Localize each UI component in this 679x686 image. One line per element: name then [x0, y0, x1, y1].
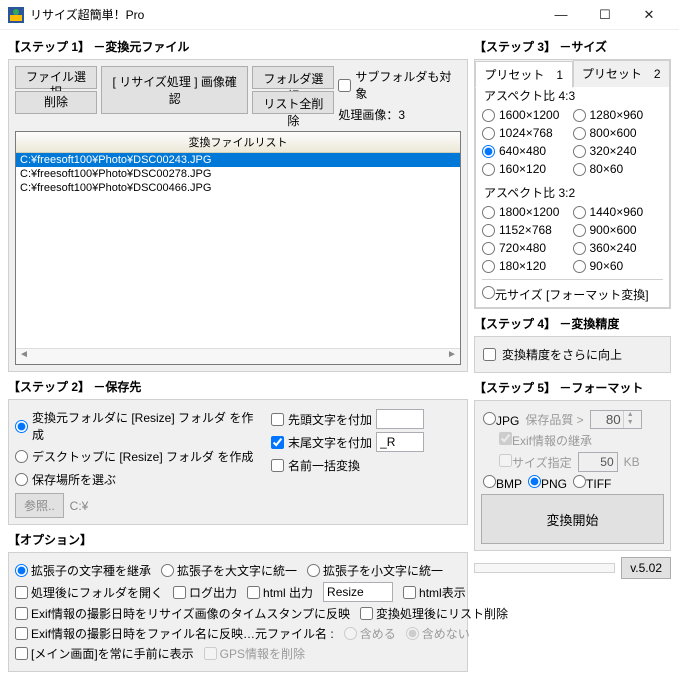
image-count: 処理画像：3 [338, 106, 461, 123]
exif-timestamp-checkbox[interactable]: Exif情報の撮影日時をリサイズ画像のタイムスタンプに反映 [15, 605, 350, 622]
quality-input: ▲▼ [590, 410, 642, 429]
save-path: C:¥ [70, 499, 89, 513]
tab-preset1[interactable]: プリセット 1 [475, 61, 573, 88]
subfolder-checkbox[interactable]: サブフォルダも対象 [338, 68, 461, 102]
minimize-button[interactable]: — [539, 1, 583, 29]
step4-title: 【ステップ 4】 －変換精度 [474, 315, 671, 332]
step3-title: 【ステップ 3】 －サイズ [474, 38, 671, 55]
size-radio[interactable]: 640×480 [482, 144, 573, 158]
step2-panel: 変換元フォルダに [Resize] フォルダ を作成 デスクトップに [Resi… [8, 399, 468, 525]
size-radio[interactable]: 720×480 [482, 241, 573, 255]
size-radio[interactable]: 90×60 [573, 259, 664, 273]
step1-panel: ファイル選択 削除 [ リサイズ処理 ] 画像確認 フォルダ選択 リスト全削除 … [8, 59, 468, 372]
size-radio[interactable]: 1600×1200 [482, 108, 573, 122]
step1-title: 【ステップ 1】 －変換元ファイル [8, 38, 468, 55]
size-radio[interactable]: 80×60 [573, 162, 664, 176]
start-button[interactable]: 変換開始 [481, 494, 664, 544]
footer-bar [474, 563, 615, 573]
always-front-checkbox[interactable]: [メイン画面]を常に手前に表示 [15, 645, 194, 662]
size-radio[interactable]: 160×120 [482, 162, 573, 176]
quality-label: 保存品質 > [525, 411, 583, 428]
size-radio[interactable]: 800×600 [573, 126, 664, 140]
step2-title: 【ステップ 2】 －保存先 [8, 378, 468, 395]
exif-filename-checkbox[interactable]: Exif情報の撮影日時をファイル名に反映…元ファイル名 : [15, 625, 334, 642]
bmp-radio[interactable]: BMP [483, 475, 522, 491]
save-resize-folder-radio[interactable]: 変換元フォルダに [Resize] フォルダ を作成 [15, 409, 263, 443]
list-item[interactable]: C:¥freesoft100¥Photo¥DSC00278.JPG [16, 167, 460, 181]
html-show-checkbox[interactable]: html表示 [403, 584, 466, 601]
options-panel: 拡張子の文字種を継承 拡張子を大文字に統一 拡張子を小文字に統一 処理後にフォル… [8, 552, 468, 672]
options-title: 【オプション】 [8, 531, 468, 548]
save-choose-radio[interactable]: 保存場所を選ぶ [15, 469, 263, 489]
tiff-radio[interactable]: TIFF [573, 475, 611, 491]
list-item[interactable]: C:¥freesoft100¥Photo¥DSC00466.JPG [16, 181, 460, 195]
app-title: リサイズ超簡単！Pro [30, 6, 539, 23]
size-radio[interactable]: 180×120 [482, 259, 573, 273]
step5-panel: JPG 保存品質 > ▲▼ Exif情報の継承 サイズ指定 KB BMP PNG… [474, 400, 671, 551]
png-radio[interactable]: PNG [528, 475, 567, 491]
maximize-button[interactable]: ☐ [583, 1, 627, 29]
original-size-radio[interactable]: 元サイズ [フォーマット変換] [482, 288, 649, 302]
jpg-radio[interactable]: JPG [483, 412, 519, 428]
file-list-header: 変換ファイルリスト [16, 132, 460, 153]
close-button[interactable]: ✕ [627, 1, 671, 29]
titlebar: リサイズ超簡単！Pro — ☐ ✕ [0, 0, 679, 30]
ext-lower-radio[interactable]: 拡張子を小文字に統一 [307, 562, 443, 579]
tab-preset2[interactable]: プリセット 2 [573, 60, 671, 87]
html-name-input[interactable] [323, 582, 393, 602]
clear-list-button[interactable]: リスト全削除 [252, 91, 334, 114]
prefix-checkbox[interactable]: 先頭文字を付加 [271, 409, 461, 429]
delete-button[interactable]: 削除 [15, 91, 97, 114]
exclude-radio: 含めない [406, 625, 470, 642]
size-radio[interactable]: 1152×768 [482, 223, 573, 237]
size-radio[interactable]: 320×240 [573, 144, 664, 158]
suffix-input[interactable] [376, 432, 424, 452]
precision-checkbox[interactable]: 変換精度をさらに向上 [483, 346, 662, 363]
step3-panel: プリセット 1 プリセット 2 アスペクト比 4:3 1600×12001280… [474, 59, 671, 309]
browse-button[interactable]: 参照.. [15, 493, 64, 518]
folder-select-button[interactable]: フォルダ選択 [252, 66, 334, 89]
resize-confirm-button[interactable]: [ リサイズ処理 ] 画像確認 [101, 66, 248, 114]
list-item[interactable]: C:¥freesoft100¥Photo¥DSC00243.JPG [16, 153, 460, 167]
del-gps-checkbox: GPS情報を削除 [204, 645, 305, 662]
exif-inherit-checkbox: Exif情報の継承 [499, 432, 592, 449]
save-desktop-radio[interactable]: デスクトップに [Resize] フォルダ を作成 [15, 446, 263, 466]
step5-title: 【ステップ 5】 －フォーマット [474, 379, 671, 396]
version-button[interactable]: v.5.02 [621, 557, 671, 579]
size-kb-input [578, 452, 618, 472]
prefix-input[interactable] [376, 409, 424, 429]
hscrollbar[interactable]: ◄► [16, 348, 460, 364]
file-list[interactable]: 変換ファイルリスト C:¥freesoft100¥Photo¥DSC00243.… [15, 131, 461, 365]
include-radio: 含める [344, 625, 396, 642]
aspect43-label: アスペクト比 4:3 [484, 87, 661, 104]
size-radio[interactable]: 360×240 [573, 241, 664, 255]
suffix-checkbox[interactable]: 末尾文字を付加 [271, 432, 461, 452]
open-folder-checkbox[interactable]: 処理後にフォルダを開く [15, 584, 163, 601]
ext-upper-radio[interactable]: 拡張子を大文字に統一 [161, 562, 297, 579]
log-checkbox[interactable]: ログ出力 [173, 584, 237, 601]
app-icon [8, 7, 24, 23]
html-out-checkbox[interactable]: html 出力 [247, 584, 313, 601]
size-radio[interactable]: 1024×768 [482, 126, 573, 140]
size-radio[interactable]: 1800×1200 [482, 205, 573, 219]
file-select-button[interactable]: ファイル選択 [15, 66, 97, 89]
size-radio[interactable]: 900×600 [573, 223, 664, 237]
step4-panel: 変換精度をさらに向上 [474, 336, 671, 373]
size-radio[interactable]: 1280×960 [573, 108, 664, 122]
size-radio[interactable]: 1440×960 [573, 205, 664, 219]
rename-checkbox[interactable]: 名前一括変換 [271, 455, 461, 475]
aspect32-label: アスペクト比 3:2 [484, 184, 661, 201]
size-spec-checkbox: サイズ指定 [499, 454, 572, 471]
ext-inherit-radio[interactable]: 拡張子の文字種を継承 [15, 562, 151, 579]
